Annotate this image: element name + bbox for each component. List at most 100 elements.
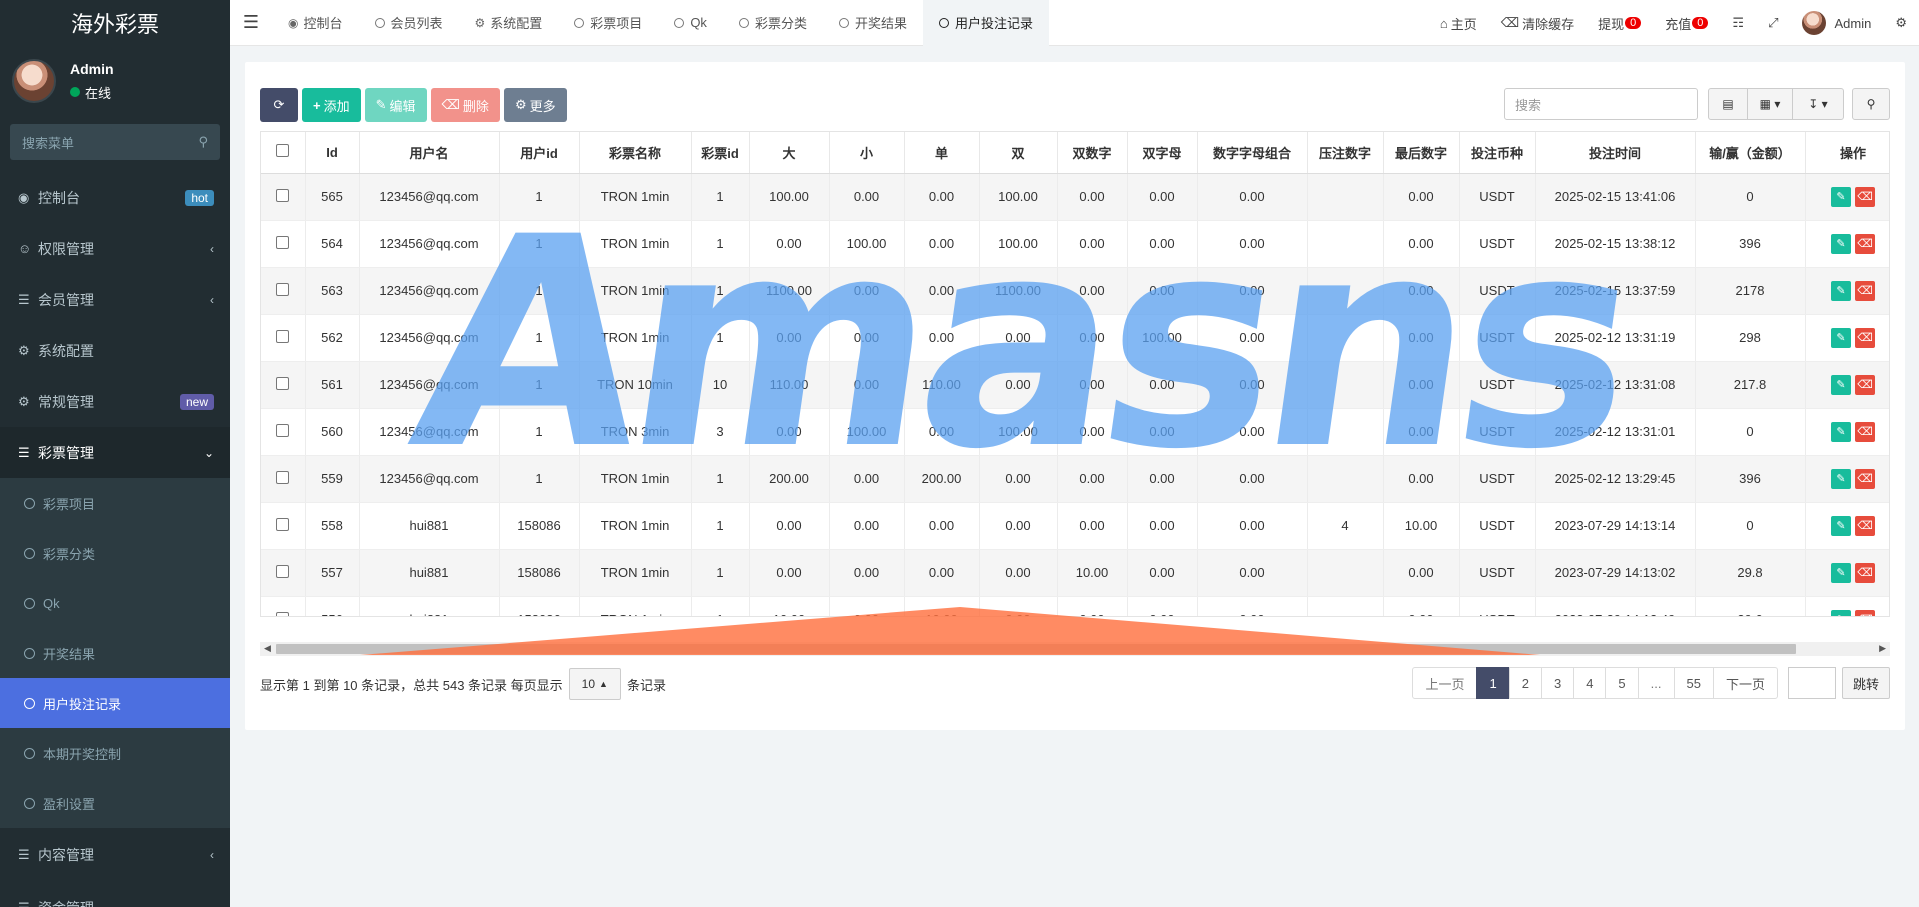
- horizontal-scrollbar[interactable]: ◀ ▶: [260, 642, 1890, 656]
- search-icon[interactable]: ⚲: [198, 134, 208, 150]
- sidebar-subitem-draw-results[interactable]: 开奖结果: [0, 628, 230, 678]
- sidebar-subitem-lottery-categories[interactable]: 彩票分类: [0, 528, 230, 578]
- sidebar-item-funds[interactable]: ☰ 资金管理: [0, 882, 230, 907]
- tab-dashboard[interactable]: ◉ 控制台: [272, 0, 359, 46]
- tab-qk[interactable]: Qk: [658, 0, 723, 46]
- admin-menu[interactable]: Admin: [1790, 11, 1883, 35]
- page-1-button[interactable]: 1: [1476, 667, 1510, 699]
- checkbox[interactable]: [276, 282, 290, 296]
- page-5-button[interactable]: 5: [1605, 667, 1639, 699]
- row-select-cell[interactable]: [261, 502, 306, 550]
- export-dropdown[interactable]: ↧ ▾: [1792, 88, 1844, 120]
- checkbox[interactable]: [276, 423, 290, 437]
- select-all-checkbox[interactable]: [261, 132, 306, 174]
- sidebar-item-permissions[interactable]: ☺ 权限管理 ‹: [0, 223, 230, 274]
- pencil-icon[interactable]: ✎: [1831, 468, 1851, 489]
- page-size-select[interactable]: 10 ▲: [568, 668, 621, 700]
- page-3-button[interactable]: 3: [1540, 667, 1575, 699]
- scroll-right-arrow-icon[interactable]: ▶: [1879, 643, 1886, 654]
- row-select-cell[interactable]: [261, 220, 306, 268]
- col-header[interactable]: 压注数字: [1307, 132, 1384, 174]
- edit-button[interactable]: ✎ 编辑: [364, 88, 427, 122]
- checkbox[interactable]: [276, 611, 290, 616]
- sidebar-item-content[interactable]: ☰ 内容管理 ‹: [0, 828, 230, 882]
- sidebar-item-dashboard[interactable]: ◉ 控制台 hot: [0, 172, 230, 223]
- pencil-icon[interactable]: ✎: [1831, 609, 1851, 616]
- col-header[interactable]: 单: [904, 132, 980, 174]
- sidebar-subitem-lottery-projects[interactable]: 彩票项目: [0, 478, 230, 528]
- scrollbar-thumb[interactable]: [276, 644, 1796, 654]
- prev-page-button[interactable]: 上一页: [1412, 667, 1478, 699]
- trash-icon[interactable]: ⌫: [1855, 280, 1875, 301]
- trash-icon[interactable]: ⌫: [1855, 468, 1875, 489]
- col-header[interactable]: 投注币种: [1459, 132, 1536, 174]
- col-header[interactable]: Id: [305, 132, 360, 174]
- sidebar-item-system-config[interactable]: ⚙ 系统配置: [0, 325, 230, 376]
- language-icon[interactable]: ☶: [1720, 15, 1756, 31]
- app-logo[interactable]: 海外彩票: [0, 0, 230, 46]
- jump-button[interactable]: 跳转: [1841, 667, 1890, 699]
- checkbox[interactable]: [276, 517, 290, 531]
- row-select-cell[interactable]: [261, 173, 306, 221]
- more-button[interactable]: ⚙ 更多: [503, 88, 567, 122]
- jump-page-input[interactable]: [1787, 667, 1836, 699]
- tab-lottery-projects[interactable]: 彩票项目: [558, 0, 658, 46]
- table-search-input[interactable]: 搜索: [1504, 88, 1698, 120]
- row-select-cell[interactable]: [261, 408, 306, 456]
- table-row[interactable]: 562 123456@qq.com 1 TRON 1min 1 0.00 0.00 0.00 0…: [261, 314, 1889, 362]
- trash-icon[interactable]: ⌫: [1855, 233, 1875, 254]
- trash-icon[interactable]: ⌫: [1855, 515, 1875, 536]
- checkbox[interactable]: [276, 144, 290, 158]
- pencil-icon[interactable]: ✎: [1831, 186, 1851, 207]
- settings-gear-icon[interactable]: ⚙: [1883, 15, 1919, 31]
- trash-icon[interactable]: ⌫: [1855, 421, 1875, 442]
- table-row[interactable]: 561 123456@qq.com 1 TRON 10min 10 110.00 0.00 1…: [261, 361, 1889, 409]
- sidebar-item-members[interactable]: ☰ 会员管理 ‹: [0, 274, 230, 325]
- checkbox[interactable]: [276, 564, 290, 578]
- page-4-button[interactable]: 4: [1573, 667, 1607, 699]
- add-button[interactable]: + 添加: [302, 88, 361, 122]
- col-header[interactable]: 大: [749, 132, 830, 174]
- row-select-cell[interactable]: [261, 361, 306, 409]
- scroll-left-arrow-icon[interactable]: ◀: [264, 643, 271, 654]
- sidebar-subitem-bet-records[interactable]: 用户投注记录: [0, 678, 230, 728]
- row-select-cell[interactable]: [261, 267, 306, 315]
- checkbox[interactable]: [276, 329, 290, 343]
- table-row[interactable]: 559 123456@qq.com 1 TRON 1min 1 200.00 0.00 200…: [261, 455, 1889, 503]
- tab-member-list[interactable]: 会员列表: [359, 0, 459, 46]
- col-header[interactable]: 投注时间: [1535, 132, 1696, 174]
- tab-system-config[interactable]: ⚙ 系统配置: [459, 0, 559, 46]
- col-header[interactable]: 最后数字: [1383, 132, 1460, 174]
- table-row[interactable]: 556hui881158086TRON 1min110.000.0010.000…: [261, 596, 1889, 616]
- col-header[interactable]: 双: [979, 132, 1058, 174]
- pencil-icon[interactable]: ✎: [1831, 327, 1851, 348]
- menu-toggle-icon[interactable]: ☰: [230, 12, 272, 33]
- pencil-icon[interactable]: ✎: [1831, 515, 1851, 536]
- sidebar-subitem-qk[interactable]: Qk: [0, 578, 230, 628]
- col-header[interactable]: 双数字: [1057, 132, 1128, 174]
- col-header[interactable]: 用户名: [359, 132, 500, 174]
- col-header[interactable]: 输/赢（金额）: [1695, 132, 1806, 174]
- col-header[interactable]: 小: [829, 132, 905, 174]
- table-row[interactable]: 560 123456@qq.com 1 TRON 3min 3 0.00 100.00 0.0…: [261, 408, 1889, 456]
- table-row[interactable]: 557 hui881 158086 TRON 1min 1 0.00 0.00 0.00 0.0…: [261, 549, 1889, 597]
- tab-bet-records[interactable]: 用户投注记录: [922, 0, 1049, 46]
- delete-button[interactable]: ⌫ 删除: [430, 88, 500, 122]
- page-2-button[interactable]: 2: [1508, 667, 1542, 699]
- col-header[interactable]: 双字母: [1127, 132, 1198, 174]
- pencil-icon[interactable]: ✎: [1831, 374, 1851, 395]
- trash-icon[interactable]: ⌫: [1855, 609, 1875, 616]
- advanced-search-button[interactable]: ⚲: [1852, 88, 1890, 120]
- tab-lottery-categories[interactable]: 彩票分类: [723, 0, 823, 46]
- col-header[interactable]: 彩票名称: [579, 132, 692, 174]
- row-select-cell[interactable]: [261, 596, 306, 616]
- checkbox[interactable]: [276, 376, 290, 390]
- row-select-cell[interactable]: [261, 455, 306, 503]
- trash-icon[interactable]: ⌫: [1855, 374, 1875, 395]
- trash-icon[interactable]: ⌫: [1855, 327, 1875, 348]
- col-header[interactable]: 数字字母组合: [1197, 132, 1308, 174]
- row-select-cell[interactable]: [261, 549, 306, 597]
- recharge-link[interactable]: 充值 0: [1653, 14, 1720, 33]
- trash-icon[interactable]: ⌫: [1855, 562, 1875, 583]
- pencil-icon[interactable]: ✎: [1831, 280, 1851, 301]
